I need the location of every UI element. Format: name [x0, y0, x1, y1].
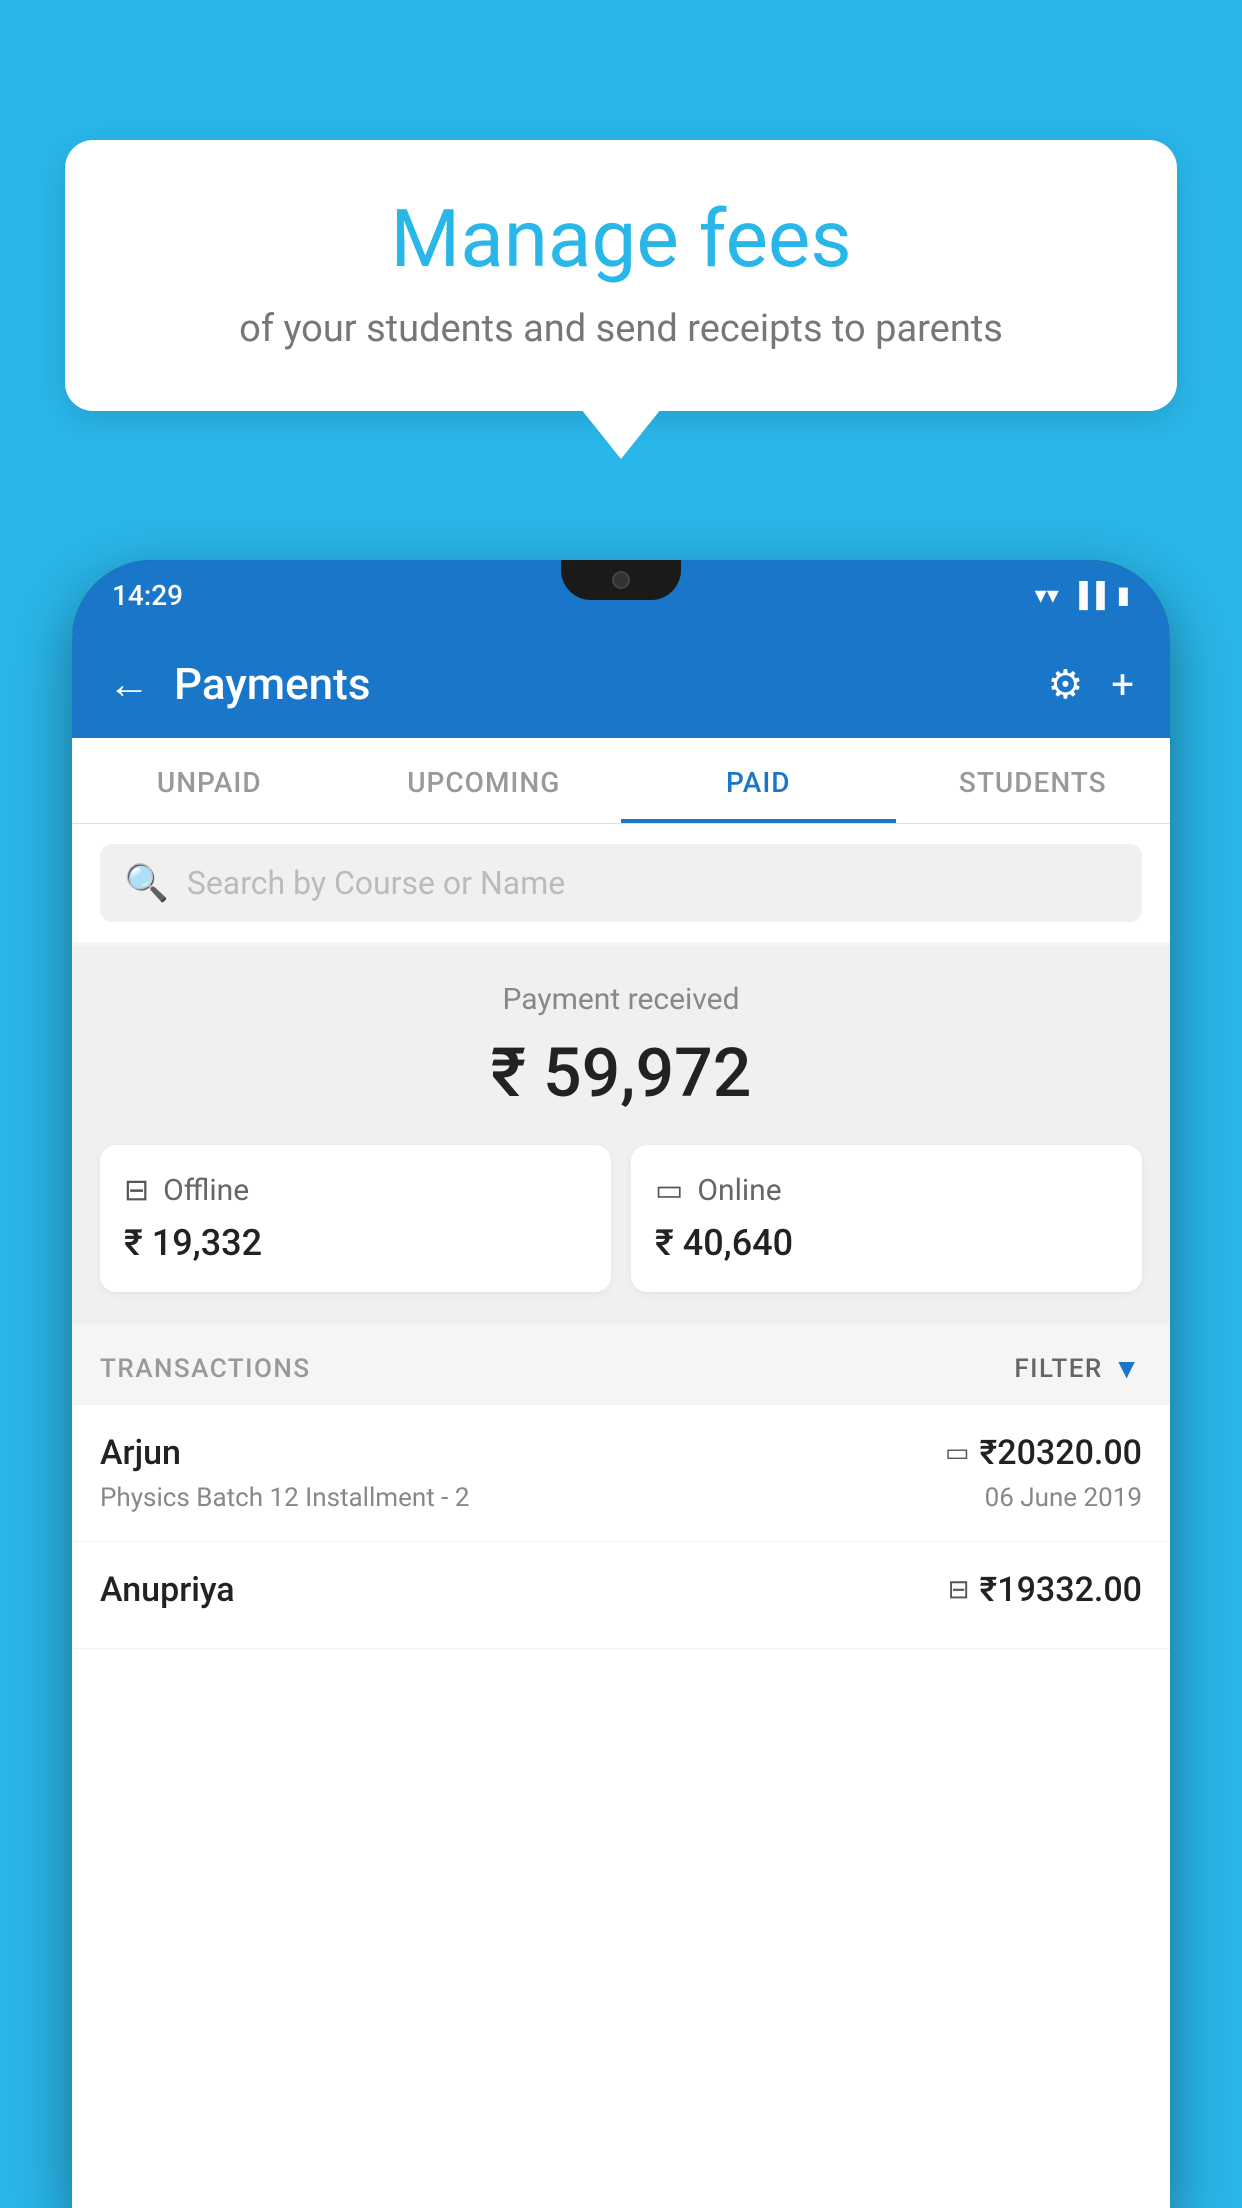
transaction-amount-wrap: ▭ ₹20320.00 — [945, 1433, 1142, 1473]
payment-received-label: Payment received — [100, 982, 1142, 1017]
transaction-row-top: Arjun ▭ ₹20320.00 — [100, 1433, 1142, 1473]
transaction-item[interactable]: Anupriya ⊟ ₹19332.00 — [72, 1542, 1170, 1649]
transaction-item[interactable]: Arjun ▭ ₹20320.00 Physics Batch 12 Insta… — [72, 1405, 1170, 1542]
search-icon: 🔍 — [124, 862, 169, 904]
speech-bubble: Manage fees of your students and send re… — [65, 140, 1177, 411]
online-label: Online — [697, 1173, 781, 1208]
settings-button[interactable]: ⚙ — [1047, 661, 1083, 708]
tab-unpaid[interactable]: UNPAID — [72, 738, 347, 823]
status-bar: 14:29 ▾▾ ▐▐ ▮ — [72, 560, 1170, 630]
status-time: 14:29 — [112, 579, 183, 612]
filter-button[interactable]: FILTER ▼ — [1014, 1352, 1142, 1385]
add-button[interactable]: + — [1111, 661, 1134, 708]
offline-card: ⊟ Offline ₹ 19,332 — [100, 1145, 611, 1292]
offline-card-header: ⊟ Offline — [124, 1173, 587, 1208]
payment-cards: ⊟ Offline ₹ 19,332 ▭ Online ₹ 40,640 — [100, 1145, 1142, 1292]
battery-icon: ▮ — [1117, 581, 1130, 609]
payment-summary: Payment received ₹ 59,972 ⊟ Offline ₹ 19… — [72, 946, 1170, 1324]
online-card: ▭ Online ₹ 40,640 — [631, 1145, 1142, 1292]
transaction-amount: ₹20320.00 — [980, 1433, 1142, 1473]
transaction-type-icon: ⊟ — [948, 1575, 970, 1605]
transaction-row-bottom: Physics Batch 12 Installment - 2 06 June… — [100, 1483, 1142, 1513]
tab-students[interactable]: STUDENTS — [896, 738, 1171, 823]
notch — [561, 560, 681, 600]
transaction-type-icon: ▭ — [945, 1438, 970, 1468]
status-icons: ▾▾ ▐▐ ▮ — [1035, 581, 1130, 610]
transaction-list: Arjun ▭ ₹20320.00 Physics Batch 12 Insta… — [72, 1405, 1170, 2208]
app-header: ← Payments ⚙ + — [72, 630, 1170, 738]
wifi-icon: ▾▾ — [1035, 581, 1059, 609]
online-amount: ₹ 40,640 — [655, 1222, 1118, 1264]
bubble-subtitle: of your students and send receipts to pa… — [125, 307, 1117, 351]
search-container: 🔍 Search by Course or Name — [72, 824, 1170, 942]
page-title: Payments — [174, 658, 1023, 710]
transaction-name: Anupriya — [100, 1570, 235, 1610]
transaction-amount: ₹19332.00 — [980, 1570, 1142, 1610]
transaction-date: 06 June 2019 — [985, 1483, 1142, 1513]
tab-bar: UNPAID UPCOMING PAID STUDENTS — [72, 738, 1170, 824]
transaction-detail: Physics Batch 12 Installment - 2 — [100, 1483, 469, 1513]
online-icon: ▭ — [655, 1173, 683, 1208]
camera — [612, 571, 630, 589]
online-card-header: ▭ Online — [655, 1173, 1118, 1208]
transactions-header: TRANSACTIONS FILTER ▼ — [72, 1324, 1170, 1405]
filter-label: FILTER — [1014, 1354, 1102, 1384]
transaction-amount-wrap: ⊟ ₹19332.00 — [948, 1570, 1142, 1610]
tab-upcoming[interactable]: UPCOMING — [347, 738, 622, 823]
search-bar[interactable]: 🔍 Search by Course or Name — [100, 844, 1142, 922]
offline-amount: ₹ 19,332 — [124, 1222, 587, 1264]
offline-label: Offline — [163, 1173, 249, 1208]
transaction-name: Arjun — [100, 1433, 181, 1473]
payment-total: ₹ 59,972 — [100, 1033, 1142, 1113]
filter-icon: ▼ — [1113, 1352, 1142, 1385]
transaction-row-top: Anupriya ⊟ ₹19332.00 — [100, 1570, 1142, 1610]
back-button[interactable]: ← — [108, 660, 150, 709]
app-screen: ← Payments ⚙ + UNPAID UPCOMING PAID STUD… — [72, 630, 1170, 2208]
bubble-title: Manage fees — [125, 195, 1117, 283]
transactions-label: TRANSACTIONS — [100, 1354, 311, 1384]
tab-paid[interactable]: PAID — [621, 738, 896, 823]
signal-icon: ▐▐ — [1071, 581, 1105, 610]
offline-icon: ⊟ — [124, 1173, 149, 1208]
phone-frame: 14:29 ▾▾ ▐▐ ▮ ← Payments ⚙ + UNPAID UPCO… — [72, 560, 1170, 2208]
search-placeholder: Search by Course or Name — [187, 864, 565, 902]
header-icons: ⚙ + — [1047, 661, 1134, 708]
